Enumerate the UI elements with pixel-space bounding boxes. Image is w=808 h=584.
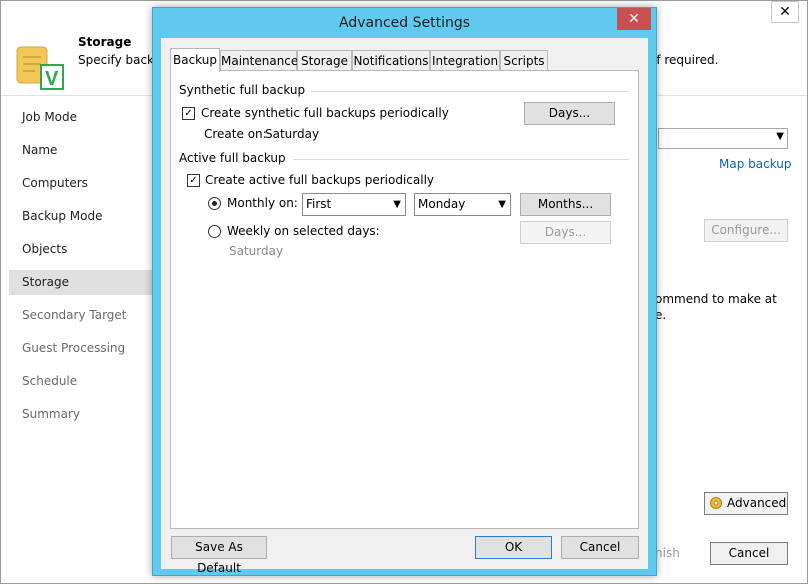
sidebar-item-schedule[interactable]: Schedule <box>9 369 153 394</box>
active-group-divider <box>293 159 629 160</box>
chevron-down-icon: ▼ <box>498 199 506 210</box>
repository-dropdown[interactable]: ▼ <box>658 128 788 149</box>
sidebar-item-job-mode[interactable]: Job Mode <box>9 105 153 130</box>
gear-icon <box>710 497 722 509</box>
synthetic-group-divider <box>311 91 629 92</box>
save-as-default-button[interactable]: Save As Default <box>171 536 267 575</box>
advanced-button[interactable]: Advanced <box>704 492 788 515</box>
wizard-step-description: Specify backu <box>78 53 162 67</box>
ok-button[interactable]: OK <box>475 536 552 559</box>
active-group-label: Active full backup <box>179 151 286 165</box>
tab-integration[interactable]: Integration <box>430 50 500 70</box>
monthly-day-value: Monday <box>418 197 466 211</box>
wizard-close-button[interactable]: ✕ <box>771 1 799 23</box>
advanced-button-label: Advanced <box>727 496 787 510</box>
synthetic-checkbox[interactable]: ✓ <box>182 107 195 120</box>
active-checkbox-label: Create active full backups periodically <box>205 173 435 187</box>
tab-scripts[interactable]: Scripts <box>500 50 548 70</box>
monthly-day-select[interactable]: Monday ▼ <box>414 193 511 216</box>
sidebar-item-objects[interactable]: Objects <box>9 237 153 262</box>
dialog-title: Advanced Settings <box>338 15 471 31</box>
synthetic-group-label: Synthetic full backup <box>179 83 306 97</box>
sidebar-item-guest-processing[interactable]: Guest Processing <box>9 336 153 361</box>
synthetic-days-button[interactable]: Days... <box>524 102 615 125</box>
active-checkbox[interactable]: ✓ <box>187 174 200 187</box>
months-button[interactable]: Months... <box>520 193 611 216</box>
weekly-days-button[interactable]: Days... <box>520 221 611 244</box>
checkmark-icon: ✓ <box>184 108 193 119</box>
tab-backup[interactable]: Backup <box>170 48 220 72</box>
weekly-label: Weekly on selected days: <box>227 224 380 238</box>
sidebar-item-secondary-target[interactable]: Secondary Target <box>9 303 153 328</box>
chevron-down-icon: ▼ <box>776 131 784 142</box>
weekly-days-value: Saturday <box>229 244 284 258</box>
radio-selected-dot <box>212 201 217 206</box>
create-on-label: Create on: <box>204 127 267 141</box>
advanced-settings-dialog: Advanced Settings ✕ Backup Maintenance S… <box>152 7 657 576</box>
monthly-week-value: First <box>306 197 332 211</box>
tab-notifications[interactable]: Notifications <box>352 50 430 70</box>
tab-storage[interactable]: Storage <box>297 50 352 70</box>
sidebar-item-summary[interactable]: Summary <box>9 402 153 427</box>
recommendation-text-line1: ommend to make at <box>655 292 777 306</box>
sidebar-item-backup-mode[interactable]: Backup Mode <box>9 204 153 229</box>
tab-maintenance[interactable]: Maintenance <box>220 50 298 70</box>
backup-tab-panel: Synthetic full backup ✓ Create synthetic… <box>170 70 639 529</box>
dialog-close-button[interactable]: ✕ <box>617 8 651 30</box>
sidebar-item-computers[interactable]: Computers <box>9 171 153 196</box>
sidebar-item-storage[interactable]: Storage <box>9 270 153 295</box>
dialog-cancel-button[interactable]: Cancel <box>561 536 639 559</box>
storage-scroll-icon: V <box>16 46 64 90</box>
map-backup-link[interactable]: Map backup <box>719 157 792 171</box>
wizard-cancel-button[interactable]: Cancel <box>710 542 788 565</box>
synthetic-checkbox-label: Create synthetic full backups periodical… <box>201 106 449 120</box>
wizard-step-title: Storage <box>78 35 132 49</box>
dialog-body: Backup Maintenance Storage Notifications… <box>161 38 648 575</box>
wizard-step-description-tail: if required. <box>653 53 719 67</box>
sidebar-item-name[interactable]: Name <box>9 138 153 163</box>
weekly-radio[interactable] <box>208 225 221 238</box>
create-on-value: Saturday <box>265 127 320 141</box>
checkmark-icon: ✓ <box>189 175 198 186</box>
svg-text:V: V <box>45 68 59 90</box>
configure-button[interactable]: Configure... <box>704 219 788 242</box>
chevron-down-icon: ▼ <box>393 199 401 210</box>
finish-button[interactable]: nish <box>655 542 699 565</box>
wizard-steps-sidebar: Job Mode Name Computers Backup Mode Obje… <box>9 99 153 539</box>
monthly-label: Monthly on: <box>227 196 298 210</box>
monthly-week-select[interactable]: First ▼ <box>302 193 406 216</box>
monthly-radio[interactable] <box>208 197 221 210</box>
